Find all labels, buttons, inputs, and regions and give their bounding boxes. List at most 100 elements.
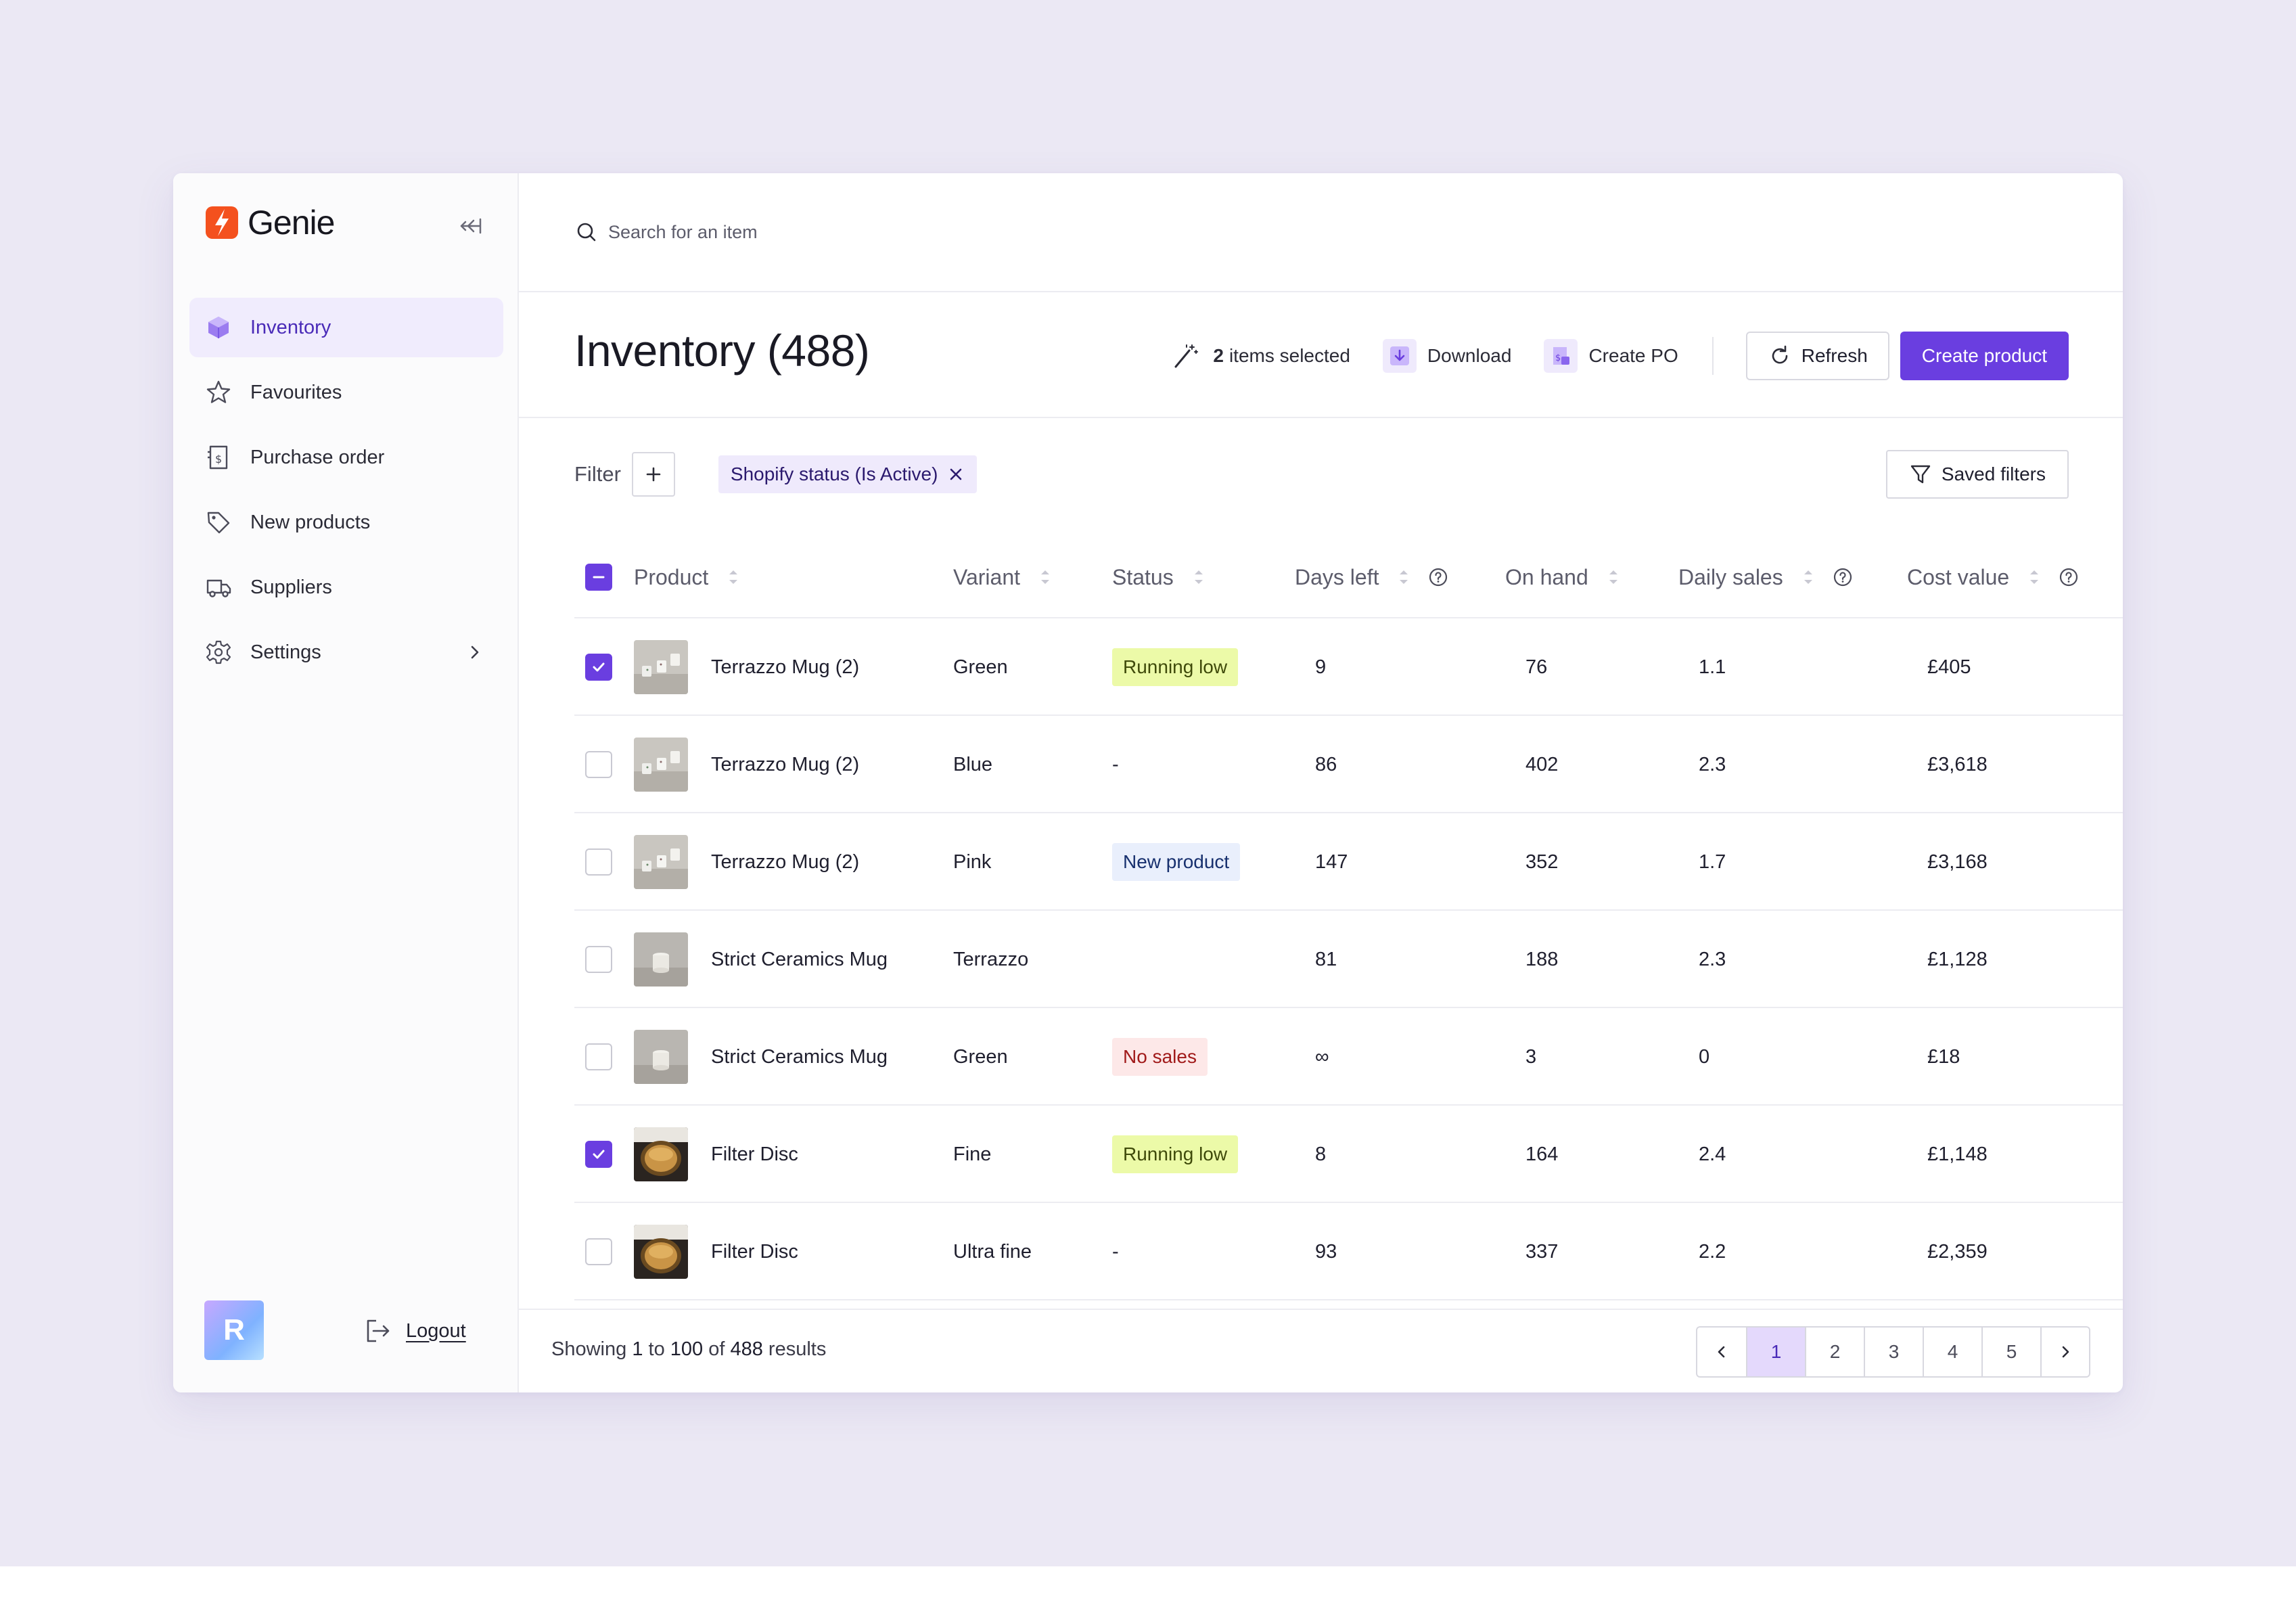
product-name: Terrazzo Mug (2) xyxy=(711,851,860,873)
sidebar-item-purchase-order[interactable]: $ Purchase order xyxy=(189,428,503,487)
logout-icon xyxy=(367,1319,390,1342)
product-cell[interactable]: Strict Ceramics Mug xyxy=(634,911,888,1008)
variant-cell: Pink xyxy=(953,851,992,873)
prev-page-button[interactable] xyxy=(1697,1328,1746,1376)
product-cell[interactable]: Terrazzo Mug (2) xyxy=(634,716,859,813)
table-row[interactable]: Terrazzo Mug (2) Blue - 86 402 2.3 £3,61… xyxy=(574,716,2123,813)
product-cell[interactable]: Strict Ceramics Mug xyxy=(634,1008,888,1106)
summary-total: 488 xyxy=(730,1338,763,1360)
help-icon[interactable] xyxy=(2058,566,2080,588)
sidebar-item-inventory[interactable]: Inventory xyxy=(189,298,503,357)
search-input[interactable] xyxy=(608,221,1014,243)
refresh-button[interactable]: Refresh xyxy=(1745,332,1889,380)
next-page-button[interactable] xyxy=(2040,1328,2089,1376)
gear-icon xyxy=(204,638,233,666)
active-filter-chip[interactable]: Shopify status (Is Active) xyxy=(718,455,978,493)
summary-prefix: Showing xyxy=(551,1338,627,1360)
page-button-5[interactable]: 5 xyxy=(1981,1328,2040,1376)
app-window: Genie Inventory Favourites $ Purchase or… xyxy=(173,173,2123,1392)
table-row[interactable]: Strict Ceramics Mug Terrazzo 81 188 2.3 … xyxy=(574,911,2123,1008)
column-on-hand[interactable]: On hand xyxy=(1505,565,1621,590)
create-product-label: Create product xyxy=(1921,345,2047,366)
sidebar-item-suppliers[interactable]: Suppliers xyxy=(189,558,503,617)
column-label: Product xyxy=(634,564,709,589)
sort-icon[interactable] xyxy=(1396,566,1411,588)
status-cell: - xyxy=(1112,716,1119,813)
sort-icon[interactable] xyxy=(1606,566,1621,588)
sort-icon[interactable] xyxy=(1801,566,1816,588)
table-row[interactable]: Filter Disc Fine Running low 8 164 2.4 £… xyxy=(574,1106,2123,1203)
status-badge: New product xyxy=(1112,843,1241,881)
brand[interactable]: Genie xyxy=(204,203,335,242)
table-row[interactable]: Terrazzo Mug (2) Green Running low 9 76 … xyxy=(574,618,2123,716)
table-row[interactable]: Strict Ceramics Mug Green No sales ∞ 3 0… xyxy=(574,1008,2123,1106)
inventory-table: Product Variant Status Days left On hand… xyxy=(574,537,2123,1300)
column-days-left[interactable]: Days left xyxy=(1295,565,1449,590)
product-cell[interactable]: Filter Disc xyxy=(634,1106,798,1203)
row-checkbox[interactable] xyxy=(585,1141,612,1168)
row-checkbox[interactable] xyxy=(585,751,612,778)
results-summary: Showing 1 to 100 of 488 results xyxy=(551,1338,826,1361)
product-cell[interactable]: Terrazzo Mug (2) xyxy=(634,813,859,911)
create-po-button[interactable]: $ Create PO xyxy=(1544,339,1678,373)
receipt-icon: $ xyxy=(204,443,233,472)
refresh-label: Refresh xyxy=(1801,345,1868,366)
avatar[interactable]: R xyxy=(204,1300,264,1360)
selected-count: 2 xyxy=(1213,345,1224,366)
product-cell[interactable]: Terrazzo Mug (2) xyxy=(634,618,859,716)
column-product[interactable]: Product xyxy=(634,565,741,590)
create-product-button[interactable]: Create product xyxy=(1900,332,2069,380)
row-checkbox[interactable] xyxy=(585,848,612,876)
plus-icon xyxy=(646,467,661,482)
row-checkbox[interactable] xyxy=(585,1238,612,1265)
sort-icon[interactable] xyxy=(726,566,741,588)
table-footer: Showing 1 to 100 of 488 results 1 2 3 4 … xyxy=(519,1309,2123,1392)
download-button[interactable]: Download xyxy=(1382,339,1511,373)
cost-value-cell: £3,618 xyxy=(1927,753,1988,775)
page-button-1[interactable]: 1 xyxy=(1746,1328,1805,1376)
sort-icon[interactable] xyxy=(1038,566,1053,588)
saved-filters-button[interactable]: Saved filters xyxy=(1885,450,2069,499)
row-checkbox[interactable] xyxy=(585,946,612,973)
sort-icon[interactable] xyxy=(1191,566,1206,588)
chevron-right-icon xyxy=(2062,1346,2069,1358)
main-content: Inventory (488) 2 items selected Downloa… xyxy=(519,173,2123,1392)
sidebar-item-label: Inventory xyxy=(250,316,331,338)
select-all-checkbox[interactable] xyxy=(585,564,612,591)
page-button-4[interactable]: 4 xyxy=(1923,1328,1981,1376)
collapse-left-icon[interactable] xyxy=(456,211,486,241)
help-icon[interactable] xyxy=(1832,566,1854,588)
page-button-3[interactable]: 3 xyxy=(1864,1328,1923,1376)
select-all-checkbox-cell xyxy=(585,564,612,591)
row-checkbox-cell xyxy=(585,813,612,911)
refresh-icon xyxy=(1772,345,1788,364)
variant-cell: Blue xyxy=(953,753,993,775)
row-checkbox[interactable] xyxy=(585,654,612,681)
table-row[interactable]: Terrazzo Mug (2) Pink New product 147 35… xyxy=(574,813,2123,911)
logout-button[interactable]: Logout xyxy=(363,1315,466,1346)
sort-icon[interactable] xyxy=(2027,566,2042,588)
days-left-cell: 93 xyxy=(1315,1240,1337,1263)
row-checkbox[interactable] xyxy=(585,1043,612,1070)
sidebar-item-settings[interactable]: Settings xyxy=(189,622,503,682)
table-row[interactable]: Filter Disc Ultra fine - 93 337 2.2 £2,3… xyxy=(574,1203,2123,1300)
sidebar-item-favourites[interactable]: Favourites xyxy=(189,363,503,422)
variant-cell: Green xyxy=(953,1045,1008,1068)
column-status[interactable]: Status xyxy=(1112,565,1206,590)
help-icon[interactable] xyxy=(1427,566,1449,588)
column-cost-value[interactable]: Cost value xyxy=(1907,565,2080,590)
on-hand-cell: 188 xyxy=(1525,948,1559,970)
tag-icon xyxy=(204,508,233,537)
on-hand-cell: 337 xyxy=(1525,1240,1559,1263)
product-cell[interactable]: Filter Disc xyxy=(634,1203,798,1300)
daily-sales-cell: 2.2 xyxy=(1699,1240,1726,1263)
add-filter-button[interactable] xyxy=(631,452,675,497)
pagination: 1 2 3 4 5 xyxy=(1696,1326,2090,1378)
close-icon[interactable] xyxy=(947,466,965,483)
sidebar-item-new-products[interactable]: New products xyxy=(189,493,503,552)
genie-logo-icon xyxy=(206,206,238,239)
column-variant[interactable]: Variant xyxy=(953,565,1053,590)
page-button-2[interactable]: 2 xyxy=(1805,1328,1864,1376)
selection-indicator: 2 items selected xyxy=(1168,339,1350,373)
column-daily-sales[interactable]: Daily sales xyxy=(1678,565,1854,590)
